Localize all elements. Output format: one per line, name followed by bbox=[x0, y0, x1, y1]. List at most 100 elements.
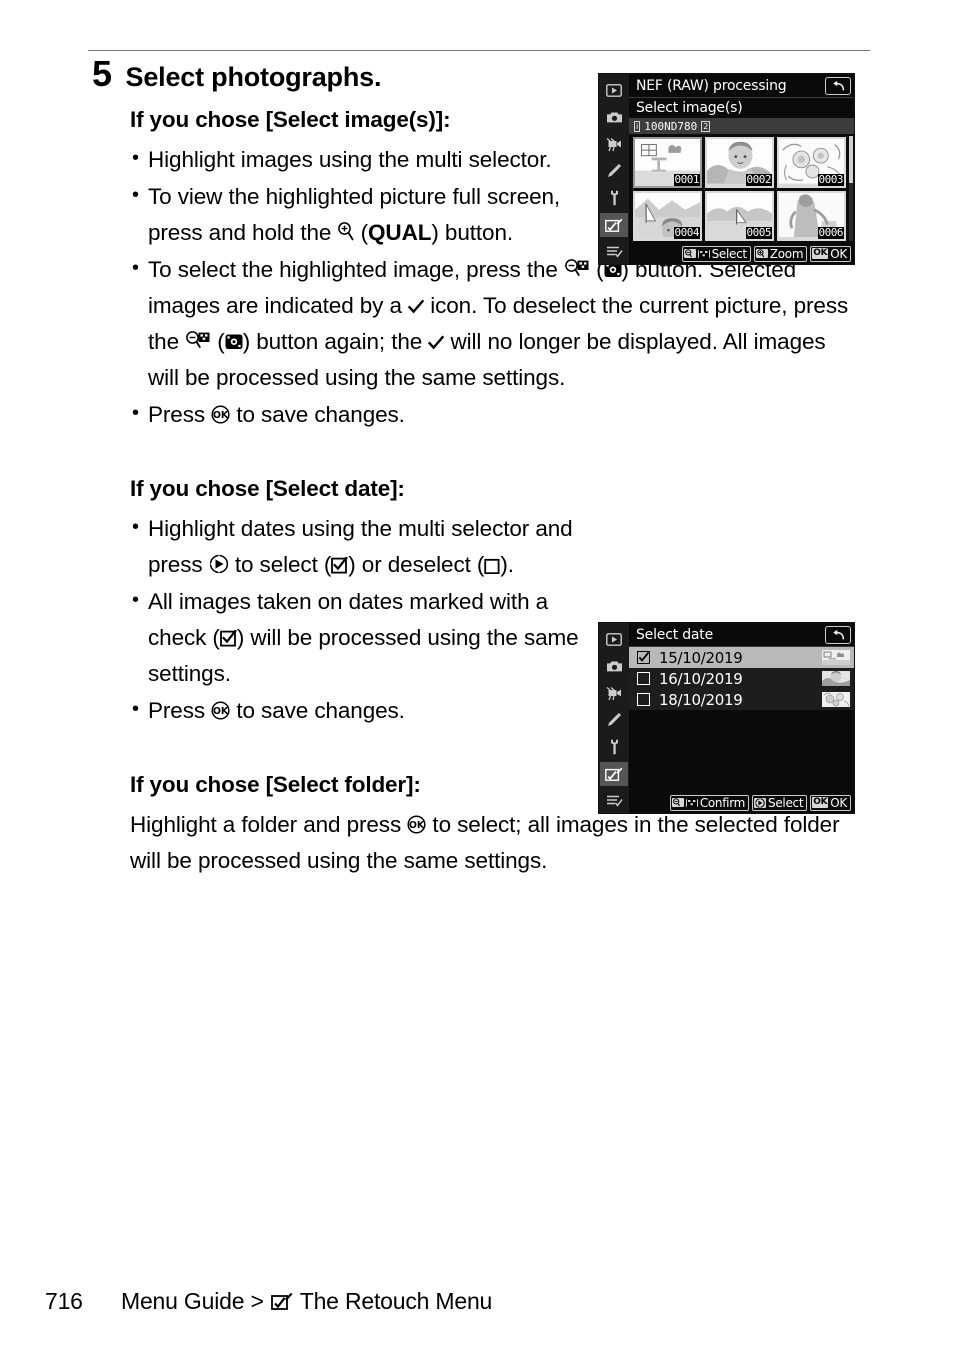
retouch-menu-icon[interactable] bbox=[600, 213, 628, 237]
custom-settings-menu-icon[interactable] bbox=[600, 159, 628, 183]
playback-menu-icon[interactable] bbox=[600, 78, 628, 102]
thumbnail-number: 0001 bbox=[673, 172, 700, 186]
info-icon: i bbox=[634, 120, 641, 132]
breadcrumb-section: The Retouch Menu bbox=[299, 1288, 493, 1314]
retouch-menu-icon[interactable] bbox=[600, 762, 628, 786]
ok-button-icon: OK bbox=[211, 405, 230, 424]
paragraph-text-a: Highlight a folder and press bbox=[130, 812, 408, 838]
my-menu-icon[interactable] bbox=[600, 789, 628, 813]
bullet-highlight-dates: Highlight dates using the multi selector… bbox=[130, 511, 592, 583]
footer-button-select[interactable]: Select bbox=[681, 245, 751, 262]
footer-button-label: OK bbox=[830, 795, 847, 810]
scrollbar[interactable] bbox=[849, 136, 853, 241]
bullet-text: Highlight images using the multi selecto… bbox=[148, 147, 552, 173]
footer-button-select[interactable]: Select bbox=[752, 794, 808, 811]
page-footer: 716 Menu Guide > The Retouch Menu bbox=[45, 1288, 492, 1315]
photo-shooting-menu-icon[interactable] bbox=[600, 105, 628, 129]
retouch-menu-icon bbox=[270, 1292, 293, 1311]
bullet-dates-marked-check: All images taken on dates marked with a … bbox=[130, 584, 592, 692]
photo-shooting-menu-icon[interactable] bbox=[600, 654, 628, 678]
card-slot-icon: 2 bbox=[701, 120, 711, 132]
paren-open: ( bbox=[211, 329, 225, 355]
zoom-out-thumbnail-icon bbox=[564, 258, 590, 279]
thumbnail-item[interactable]: 0006 bbox=[777, 190, 846, 241]
qual-label: QUAL bbox=[368, 220, 432, 246]
folder-info-bar: i 100ND780 2 bbox=[629, 118, 854, 134]
ok-button-icon: OK bbox=[211, 701, 230, 720]
my-menu-icon[interactable] bbox=[600, 240, 628, 264]
thumbnail-item[interactable]: 0004 bbox=[633, 190, 702, 241]
footer-button-label: Select bbox=[768, 795, 804, 810]
camera-screen-select-images: NEF (RAW) processing Select image(s) i 1… bbox=[598, 73, 855, 265]
bullet-text-a: Press bbox=[148, 698, 212, 724]
ok-button-icon: OK bbox=[407, 815, 426, 834]
document-page: 5 Select photographs. If you chose [Sele… bbox=[0, 0, 954, 1345]
date-row[interactable]: 15/10/2019 bbox=[629, 647, 854, 668]
custom-settings-menu-icon[interactable] bbox=[600, 708, 628, 732]
heading-item: Select image(s) bbox=[272, 107, 436, 132]
checkbox-checked-icon[interactable] bbox=[637, 651, 650, 664]
bullet-text-b: ) button. bbox=[431, 220, 514, 246]
bullet-press-ok-save-2: Press OK to save changes. bbox=[130, 693, 592, 729]
checkbox-empty-icon[interactable] bbox=[637, 693, 650, 706]
heading-prefix: If you chose [ bbox=[130, 107, 273, 132]
thumbnail-item[interactable]: 0002 bbox=[705, 137, 774, 188]
heading-suffix: ]: bbox=[390, 476, 405, 502]
footer-button-label: Zoom bbox=[769, 246, 804, 261]
thumbnail-item[interactable]: 0005 bbox=[705, 190, 774, 241]
bullet-text-c: ) or deselect ( bbox=[348, 552, 485, 578]
breadcrumb: Menu Guide > The Retouch Menu bbox=[121, 1288, 492, 1315]
ok-key-icon: OK bbox=[812, 248, 829, 259]
date-row[interactable]: 16/10/2019 bbox=[629, 668, 854, 689]
checkbox-empty-icon[interactable] bbox=[637, 672, 650, 685]
thumbnail-item[interactable]: 0003 bbox=[777, 137, 846, 188]
step-title: Select photographs. bbox=[125, 62, 382, 92]
menu-rail bbox=[599, 623, 629, 813]
protect-center-icon bbox=[225, 333, 243, 351]
screen-titlebar: NEF (RAW) processing bbox=[629, 74, 854, 98]
screen-title: Select date bbox=[636, 626, 714, 643]
bullet-text-b: to select ( bbox=[228, 552, 332, 578]
header-divider bbox=[88, 50, 870, 51]
date-row[interactable]: 18/10/2019 bbox=[629, 689, 854, 710]
setup-menu-icon[interactable] bbox=[600, 186, 628, 210]
date-label: 15/10/2019 bbox=[659, 648, 743, 667]
back-arrow-icon[interactable] bbox=[825, 76, 851, 95]
checkbox-empty-icon bbox=[484, 558, 500, 575]
playback-menu-icon[interactable] bbox=[600, 627, 628, 651]
screen-content: Select date 15/10/2019 16/10/2019 18/10/… bbox=[629, 623, 854, 813]
movie-shooting-menu-icon[interactable] bbox=[600, 681, 628, 705]
screen-footer: Select Zoom OK OK bbox=[629, 243, 854, 264]
breadcrumb-prefix: Menu Guide > bbox=[121, 1288, 264, 1314]
heading-suffix: ]: bbox=[435, 107, 451, 132]
thumbnail-item[interactable]: 0001 bbox=[633, 137, 702, 188]
movie-shooting-menu-icon[interactable] bbox=[600, 132, 628, 156]
svg-text:OK: OK bbox=[213, 410, 229, 421]
zoom-out-thumbnail-icon bbox=[185, 330, 211, 351]
footer-button-confirm[interactable]: Confirm bbox=[669, 794, 750, 811]
footer-button-ok[interactable]: OK OK bbox=[810, 245, 851, 262]
date-thumbnail bbox=[822, 692, 850, 707]
footer-button-ok[interactable]: OK OK bbox=[810, 794, 851, 811]
thumbnail-number: 0003 bbox=[817, 172, 844, 186]
bullet-text-d: ) button again; the bbox=[242, 329, 429, 355]
back-arrow-icon[interactable] bbox=[825, 625, 851, 644]
footer-button-zoom[interactable]: Zoom bbox=[753, 245, 808, 262]
date-thumbnail bbox=[822, 650, 850, 665]
bullet-press-ok-save-1: Press OK to save changes. bbox=[130, 397, 858, 433]
setup-menu-icon[interactable] bbox=[600, 735, 628, 759]
screen-content: NEF (RAW) processing Select image(s) i 1… bbox=[629, 74, 854, 264]
bullet-text-a: Press bbox=[148, 402, 212, 428]
screen-subtitle: Select image(s) bbox=[636, 100, 743, 116]
checkbox-checked-icon bbox=[331, 557, 349, 574]
zoom-out-grid-icon bbox=[671, 798, 684, 807]
folder-name: 100ND780 bbox=[644, 119, 698, 133]
footer-button-label: OK bbox=[830, 246, 847, 261]
date-list: 15/10/2019 16/10/2019 18/10/2019 bbox=[629, 647, 854, 792]
thumbnail-grid: 0001 0002 0003 0004 0005 0006 bbox=[629, 134, 854, 243]
date-label: 18/10/2019 bbox=[659, 690, 743, 709]
bullet-highlight-images: Highlight images using the multi selecto… bbox=[130, 142, 592, 178]
screen-titlebar: Select date bbox=[629, 623, 854, 647]
zoom-out-grid-icon bbox=[683, 249, 696, 258]
footer-button-label: Select bbox=[711, 246, 748, 261]
